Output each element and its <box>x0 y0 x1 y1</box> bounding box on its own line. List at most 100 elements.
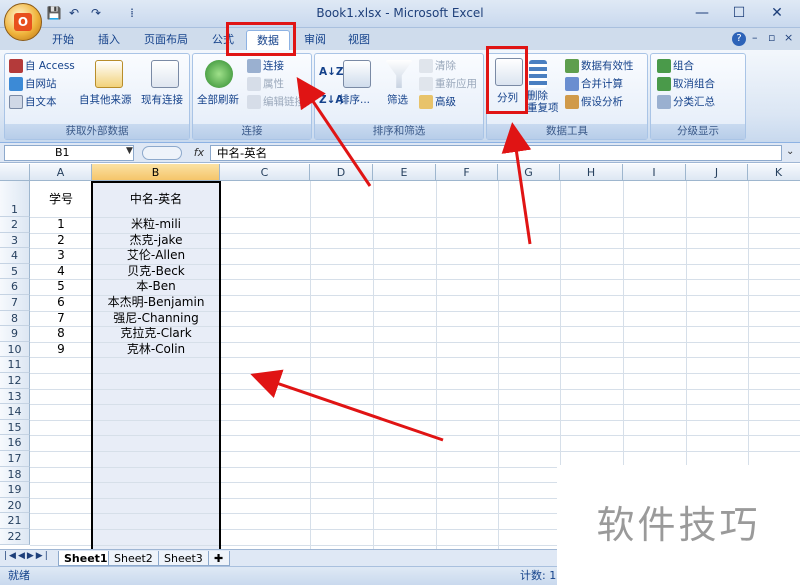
office-button[interactable]: O <box>4 3 42 41</box>
cell-a10[interactable]: 9 <box>30 342 92 358</box>
column-header-d[interactable]: D <box>310 164 373 181</box>
insert-function-button[interactable]: fx <box>190 145 208 161</box>
column-header-i[interactable]: I <box>623 164 686 181</box>
row-header-16[interactable]: 16 <box>0 435 30 451</box>
column-header-e[interactable]: E <box>373 164 436 181</box>
row-header-22[interactable]: 22 <box>0 529 30 545</box>
row-header-12[interactable]: 12 <box>0 373 30 389</box>
column-header-b[interactable]: B <box>92 164 220 181</box>
cell-b7[interactable]: 本杰明-Benjamin <box>92 295 220 311</box>
column-header-a[interactable]: A <box>30 164 92 181</box>
ungroup-button[interactable]: 取消组合 <box>657 76 715 91</box>
properties-button[interactable]: 属性 <box>247 76 284 91</box>
filter-button[interactable]: 筛选 <box>387 92 408 107</box>
help-icon[interactable]: ? <box>732 32 746 46</box>
tab-review[interactable]: 审阅 <box>296 30 334 50</box>
row-header-2[interactable]: 2 <box>0 217 30 233</box>
cell-a9[interactable]: 8 <box>30 326 92 342</box>
column-header-g[interactable]: G <box>498 164 560 181</box>
from-web-button[interactable]: 自网站 <box>9 76 57 91</box>
ribbon-close-icon[interactable]: × <box>784 31 793 44</box>
cell-a3[interactable]: 2 <box>30 233 92 249</box>
connections-button[interactable]: 连接 <box>247 58 284 73</box>
cell-b8[interactable]: 强尼-Channing <box>92 311 220 327</box>
refresh-all-button[interactable]: 全部刷新 <box>197 92 239 107</box>
row-header-17[interactable]: 17 <box>0 451 30 467</box>
reapply-button[interactable]: 重新应用 <box>419 76 477 91</box>
row-header-15[interactable]: 15 <box>0 419 30 436</box>
row-header-6[interactable]: 6 <box>0 279 30 295</box>
row-header-3[interactable]: 3 <box>0 232 30 249</box>
column-header-c[interactable]: C <box>220 164 310 181</box>
clear-button[interactable]: 清除 <box>419 58 456 73</box>
tab-home[interactable]: 开始 <box>44 30 82 50</box>
data-validation-button[interactable]: 数据有效性 <box>565 58 634 73</box>
minimize-button[interactable]: — <box>685 2 719 24</box>
consolidate-button[interactable]: 合并计算 <box>565 76 623 91</box>
row-header-13[interactable]: 13 <box>0 388 30 405</box>
row-header-19[interactable]: 19 <box>0 482 30 498</box>
row-header-14[interactable]: 14 <box>0 404 30 420</box>
row-header-5[interactable]: 5 <box>0 263 30 280</box>
name-box[interactable]: B1 <box>4 145 134 161</box>
sheet-tab-3[interactable]: Sheet3 <box>158 551 209 566</box>
advanced-button[interactable]: 高级 <box>419 94 456 109</box>
sort-button[interactable]: 排序... <box>339 92 370 107</box>
edit-links-button[interactable]: 编辑链接 <box>247 94 305 109</box>
tab-page-layout[interactable]: 页面布局 <box>136 30 196 50</box>
cell-a5[interactable]: 4 <box>30 264 92 280</box>
insert-sheet-icon[interactable]: ✚ <box>208 551 230 566</box>
cell-b2[interactable]: 米粒-mili <box>92 217 220 233</box>
subtotal-button[interactable]: 分类汇总 <box>657 94 715 109</box>
formula-bar-splitter[interactable] <box>142 146 182 160</box>
column-header-k[interactable]: K <box>748 164 800 181</box>
cell-a2[interactable]: 1 <box>30 217 92 233</box>
from-text-button[interactable]: 自文本 <box>9 94 57 109</box>
expand-formula-bar-icon[interactable]: ⌄ <box>786 146 794 157</box>
row-header-4[interactable]: 4 <box>0 248 30 264</box>
ribbon-restore-icon[interactable]: ▫ <box>768 31 775 44</box>
row-header-20[interactable]: 20 <box>0 497 30 514</box>
column-header-h[interactable]: H <box>560 164 623 181</box>
close-button[interactable]: ✕ <box>760 2 794 24</box>
formula-input[interactable]: 中名-英名 <box>210 145 782 161</box>
remove-duplicates-button[interactable]: 删除 重复项 <box>527 90 559 114</box>
cell-a8[interactable]: 7 <box>30 311 92 327</box>
sort-asc-icon[interactable]: A↓Z <box>319 66 344 78</box>
sheet-tab-1[interactable]: Sheet1 <box>58 551 114 566</box>
what-if-button[interactable]: 假设分析 <box>565 94 623 109</box>
cell-a7[interactable]: 6 <box>30 295 92 311</box>
cell-b4[interactable]: 艾伦-Allen <box>92 248 220 264</box>
cell-b1[interactable]: 中名-英名 <box>92 181 220 217</box>
cell-b9[interactable]: 克拉克-Clark <box>92 326 220 342</box>
row-header-21[interactable]: 21 <box>0 513 30 529</box>
other-sources-button[interactable]: 自其他来源 <box>79 92 132 107</box>
existing-connections-button[interactable]: 现有连接 <box>141 92 183 107</box>
cell-b6[interactable]: 本-Ben <box>92 279 220 295</box>
cell-a6[interactable]: 5 <box>30 279 92 295</box>
row-header-9[interactable]: 9 <box>0 326 30 342</box>
row-header-10[interactable]: 10 <box>0 341 30 358</box>
row-header-7[interactable]: 7 <box>0 295 30 311</box>
tab-insert[interactable]: 插入 <box>90 30 128 50</box>
from-access-button[interactable]: 自 Access <box>9 58 75 73</box>
cell-b5[interactable]: 贝克-Beck <box>92 264 220 280</box>
select-all-corner[interactable] <box>0 164 30 181</box>
sheet-nav-arrows-icon[interactable]: |◀◀▶▶| <box>4 551 50 561</box>
row-header-18[interactable]: 18 <box>0 466 30 483</box>
name-box-dropdown-icon[interactable]: ▼ <box>126 146 133 156</box>
column-header-j[interactable]: J <box>686 164 748 181</box>
cell-a4[interactable]: 3 <box>30 248 92 264</box>
sheet-tab-2[interactable]: Sheet2 <box>108 551 159 566</box>
tab-view[interactable]: 视图 <box>340 30 378 50</box>
group-button[interactable]: 组合 <box>657 58 694 73</box>
maximize-button[interactable]: ☐ <box>722 2 756 24</box>
cell-b3[interactable]: 杰克-jake <box>92 233 220 249</box>
row-header-8[interactable]: 8 <box>0 310 30 327</box>
cell-a1[interactable]: 学号 <box>30 181 92 217</box>
cell-b10[interactable]: 克林-Colin <box>92 342 220 358</box>
row-header-1[interactable]: 1 <box>0 181 30 217</box>
ribbon-minimize-icon[interactable]: – <box>752 31 758 44</box>
row-header-11[interactable]: 11 <box>0 357 30 373</box>
column-header-f[interactable]: F <box>436 164 498 181</box>
